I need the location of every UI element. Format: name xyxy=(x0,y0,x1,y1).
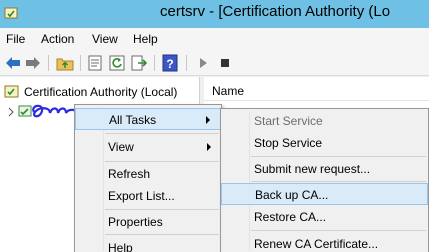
menu-item-label: Renew CA Certificate... xyxy=(254,237,379,251)
toolbar-separator xyxy=(186,55,187,71)
menu-item-label: Refresh xyxy=(108,167,151,181)
up-folder-icon[interactable] xyxy=(56,54,74,72)
menu-bar: File Action View Help xyxy=(0,28,429,50)
menu-item-help[interactable]: Help xyxy=(75,237,221,252)
menu-item-label: Back up CA... xyxy=(255,188,329,202)
menu-separator xyxy=(251,156,426,157)
menu-item-stop-service[interactable]: Stop Service xyxy=(221,132,428,154)
menu-item-back-up-ca[interactable]: Back up CA... xyxy=(221,183,428,205)
submenu-arrow-icon xyxy=(206,116,210,124)
title-bar: certsrv - [Certification Authority (Lo xyxy=(0,0,429,28)
menu-item-label: Stop Service xyxy=(254,136,323,150)
menu-file[interactable]: File xyxy=(6,32,25,46)
menu-help[interactable]: Help xyxy=(133,32,158,46)
all-tasks-submenu: Start Service Stop Service Submit new re… xyxy=(220,108,429,252)
back-icon[interactable] xyxy=(4,54,22,72)
menu-separator xyxy=(251,230,426,231)
tree-ca-node[interactable] xyxy=(8,103,79,121)
menu-separator xyxy=(105,133,219,134)
svg-text:?: ? xyxy=(166,57,173,71)
menu-view[interactable]: View xyxy=(92,32,118,46)
menu-item-label: Start Service xyxy=(254,114,323,128)
start-icon[interactable] xyxy=(194,54,212,72)
menu-item-all-tasks[interactable]: All Tasks xyxy=(75,108,221,130)
toolbar: ? xyxy=(0,50,429,76)
properties-icon[interactable] xyxy=(86,54,104,72)
menu-item-start-service[interactable]: Start Service xyxy=(221,110,428,132)
menu-item-properties[interactable]: Properties xyxy=(75,211,221,233)
menu-item-label: View xyxy=(108,140,134,154)
column-header-label: Name xyxy=(212,84,245,98)
forward-icon[interactable] xyxy=(24,54,42,72)
menu-item-submit-new-request[interactable]: Submit new request... xyxy=(221,158,428,180)
menu-item-view[interactable]: View xyxy=(75,136,221,158)
window-title: certsrv - [Certification Authority (Lo xyxy=(160,3,391,20)
submenu-arrow-icon xyxy=(207,143,211,151)
menu-item-label: Export List... xyxy=(108,189,175,203)
expand-arrow-icon[interactable] xyxy=(8,107,14,117)
menu-separator xyxy=(105,209,219,210)
menu-item-renew-ca-certificate[interactable]: Renew CA Certificate... xyxy=(221,233,428,252)
context-menu: All Tasks View Refresh Export List... Pr… xyxy=(74,104,222,252)
column-header-name[interactable]: Name xyxy=(204,79,429,101)
refresh-icon[interactable] xyxy=(108,54,126,72)
menu-action[interactable]: Action xyxy=(41,32,74,46)
toolbar-separator xyxy=(48,55,49,71)
menu-item-refresh[interactable]: Refresh xyxy=(75,163,221,185)
menu-separator xyxy=(105,161,219,162)
export-icon[interactable] xyxy=(130,54,148,72)
menu-item-label: Properties xyxy=(108,215,163,229)
menu-item-label: Submit new request... xyxy=(254,162,371,176)
help-icon[interactable]: ? xyxy=(161,54,179,72)
menu-item-label: Help xyxy=(108,241,133,252)
toolbar-separator xyxy=(154,55,155,71)
menu-separator xyxy=(251,181,426,182)
menu-item-label: Restore CA... xyxy=(254,210,327,224)
menu-item-label: All Tasks xyxy=(109,113,157,127)
stop-icon[interactable] xyxy=(216,54,234,72)
redacted-scribble xyxy=(32,104,79,118)
toolbar-separator xyxy=(80,55,81,71)
menu-separator xyxy=(105,234,219,235)
app-icon xyxy=(4,7,18,19)
menu-item-restore-ca[interactable]: Restore CA... xyxy=(221,206,428,228)
menu-item-export-list[interactable]: Export List... xyxy=(75,185,221,207)
certificate-authority-icon xyxy=(4,85,19,98)
tree-root-label: Certification Authority (Local) xyxy=(24,85,178,99)
